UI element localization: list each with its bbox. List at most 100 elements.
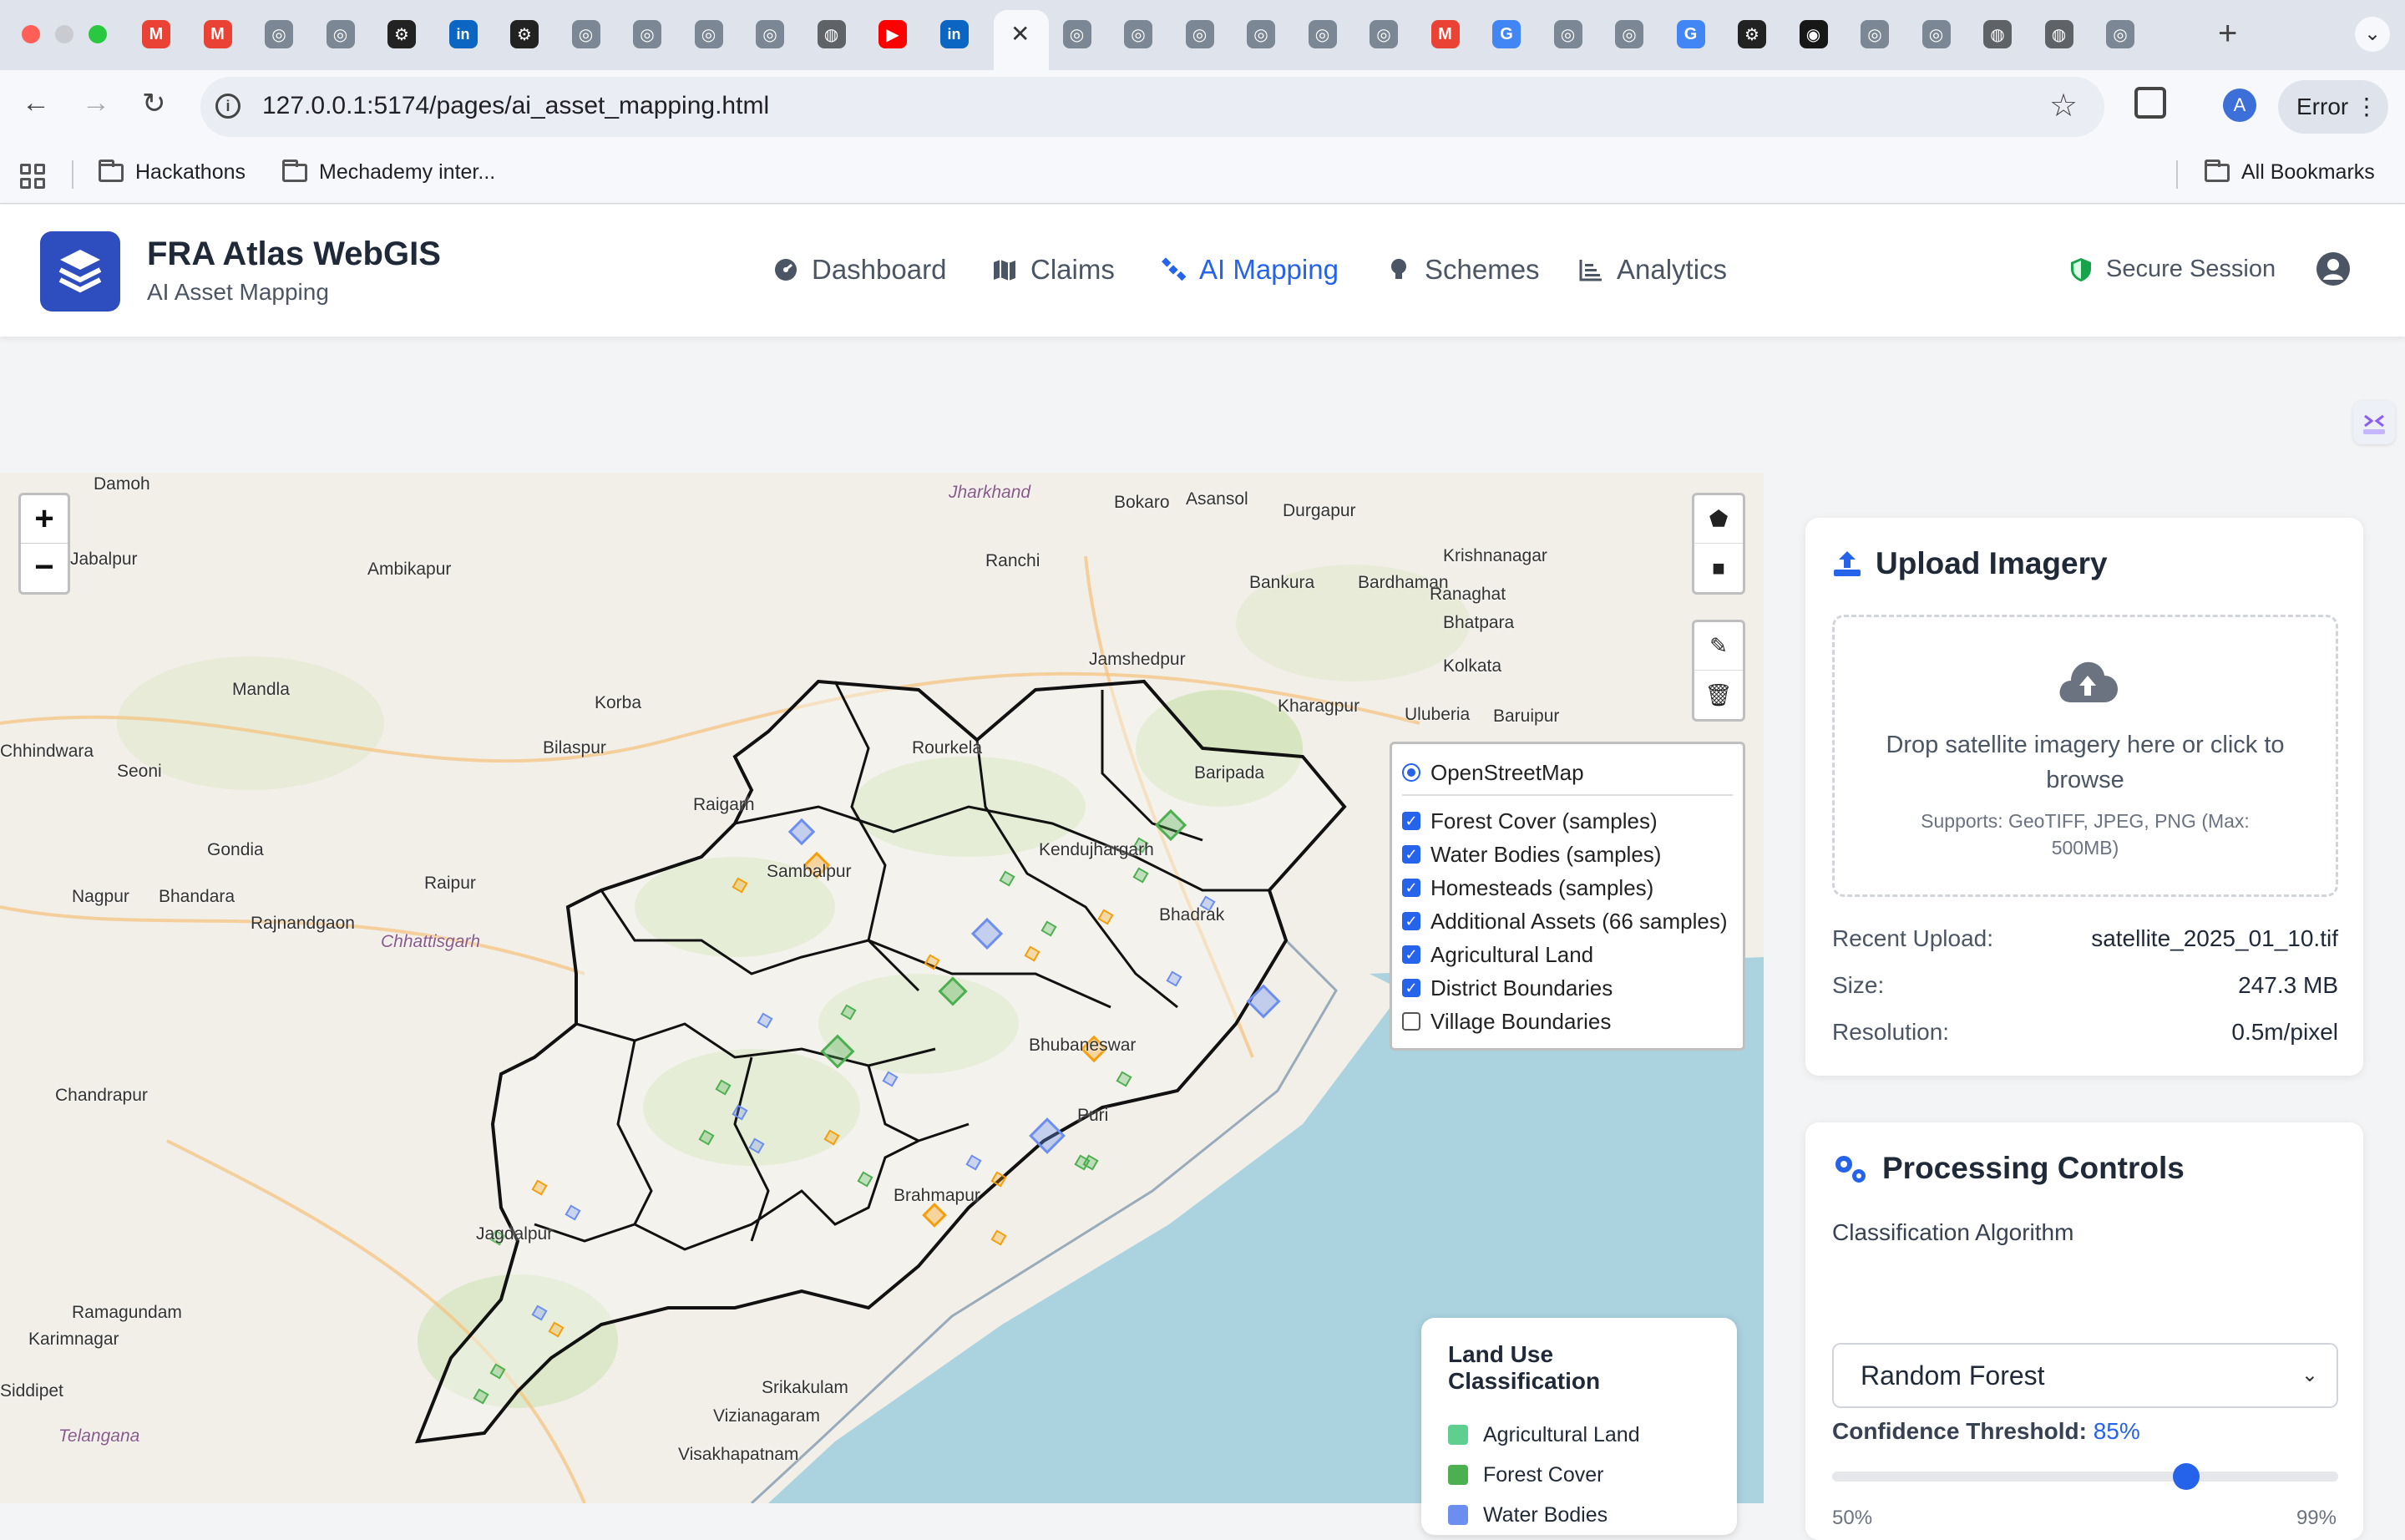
- app-icon[interactable]: ◎: [2106, 20, 2134, 48]
- app-icon[interactable]: ◎: [1370, 20, 1398, 48]
- app-icon[interactable]: ◎: [1861, 20, 1889, 48]
- place-label: Damoh: [94, 474, 150, 494]
- app-icon[interactable]: ◎: [571, 20, 600, 48]
- close-window-button[interactable]: [22, 25, 40, 43]
- bookmark-hackathons[interactable]: Hackathons: [99, 159, 246, 185]
- overlay-option[interactable]: Village Boundaries: [1402, 1005, 1733, 1038]
- place-label: Bhandara: [159, 887, 235, 906]
- sidebar-toggle-button[interactable]: [2353, 401, 2395, 444]
- error-button[interactable]: Error ⋮: [2278, 80, 2388, 134]
- checkbox-checked[interactable]: ✓: [1402, 845, 1420, 864]
- url-text[interactable]: 127.0.0.1:5174/pages/ai_asset_mapping.ht…: [262, 92, 769, 120]
- checkbox-unchecked[interactable]: [1402, 1012, 1420, 1031]
- app-icon[interactable]: ◎: [1553, 20, 1582, 48]
- place-label: Jabalpur: [70, 550, 138, 569]
- checkbox-checked[interactable]: ✓: [1402, 879, 1420, 897]
- app-icon[interactable]: ◎: [694, 20, 723, 48]
- app-icon[interactable]: ◎: [1185, 20, 1214, 48]
- delete-layers-button[interactable]: 🗑: [1694, 671, 1743, 719]
- imagery-dropzone[interactable]: Drop satellite imagery here or click to …: [1832, 615, 2338, 897]
- base-layer-option[interactable]: OpenStreetMap: [1402, 756, 1733, 789]
- nav-analytics[interactable]: Analytics: [1578, 254, 1727, 286]
- minimize-window-button[interactable]: [55, 25, 73, 43]
- forward-button[interactable]: →: [82, 87, 110, 119]
- app-icon[interactable]: ◎: [1247, 20, 1275, 48]
- confidence-slider-thumb[interactable]: [2173, 1463, 2200, 1490]
- bookmark-mechademy[interactable]: Mechademy inter...: [282, 159, 495, 185]
- place-label: Korba: [595, 693, 642, 712]
- extensions-icon[interactable]: [2134, 87, 2166, 119]
- nav-schemes[interactable]: Schemes: [1386, 254, 1540, 286]
- new-tab-button[interactable]: +: [2218, 15, 2237, 53]
- nav-claims[interactable]: Claims: [992, 254, 1115, 286]
- site-info-icon[interactable]: i: [215, 94, 240, 119]
- user-avatar-icon[interactable]: [2316, 252, 2350, 286]
- zoom-in-button[interactable]: +: [21, 495, 68, 544]
- checkbox-checked[interactable]: ✓: [1402, 945, 1420, 964]
- gmail-icon[interactable]: M: [1430, 20, 1460, 48]
- gmail-icon[interactable]: M: [203, 20, 232, 48]
- confidence-value: 85%: [2093, 1418, 2140, 1444]
- overlay-option[interactable]: ✓ Agricultural Land: [1402, 938, 1733, 971]
- layers-icon: [58, 250, 102, 293]
- nav-ai-mapping[interactable]: AI Mapping: [1161, 254, 1339, 286]
- openai-icon[interactable]: ⚙: [1738, 20, 1766, 48]
- app-icon[interactable]: ◎: [326, 20, 355, 48]
- linkedin-icon[interactable]: in: [939, 20, 969, 48]
- recent-upload-value: satellite_2025_01_10.tif: [2091, 925, 2338, 951]
- overlay-option[interactable]: ✓ District Boundaries: [1402, 971, 1733, 1005]
- close-tab-icon[interactable]: ✕: [1010, 20, 1030, 48]
- overlay-option[interactable]: ✓ Water Bodies (samples): [1402, 838, 1733, 871]
- app-icon[interactable]: ◎: [1308, 20, 1337, 48]
- bookmark-star-icon[interactable]: ☆: [2049, 87, 2078, 124]
- confidence-slider-track[interactable]: [1832, 1472, 2338, 1482]
- overlay-option[interactable]: ✓ Forest Cover (samples): [1402, 804, 1733, 838]
- secure-session-label: Secure Session: [2106, 256, 2276, 282]
- app-icon[interactable]: ◎: [1921, 20, 1951, 48]
- linkedin-icon[interactable]: in: [448, 20, 478, 48]
- draw-toolbar: ⬟ ■: [1692, 493, 1745, 595]
- base-layer-radio[interactable]: [1402, 763, 1420, 782]
- app-icon[interactable]: ◎: [633, 20, 661, 48]
- checkbox-checked[interactable]: ✓: [1402, 979, 1420, 997]
- reload-button[interactable]: ↻: [142, 87, 166, 120]
- place-label: Seoni: [117, 762, 162, 781]
- edit-toolbar: ✎ 🗑: [1692, 620, 1745, 722]
- tab-search-button[interactable]: ⌄: [2355, 17, 2390, 52]
- profile-avatar[interactable]: A: [2223, 89, 2256, 122]
- all-bookmarks[interactable]: All Bookmarks: [2205, 159, 2375, 185]
- apps-grid-icon[interactable]: [20, 164, 45, 189]
- github-icon[interactable]: ◉: [1799, 20, 1828, 48]
- draw-rectangle-button[interactable]: ■: [1694, 544, 1743, 592]
- back-button[interactable]: ←: [22, 87, 50, 119]
- google-icon[interactable]: G: [1492, 20, 1521, 48]
- place-label: Bhatpara: [1443, 613, 1515, 632]
- nav-dashboard[interactable]: Dashboard: [773, 254, 946, 286]
- edit-layers-button[interactable]: ✎: [1694, 622, 1743, 671]
- maximize-window-button[interactable]: [89, 25, 107, 43]
- overlay-option[interactable]: ✓ Homesteads (samples): [1402, 871, 1733, 904]
- draw-polygon-button[interactable]: ⬟: [1694, 495, 1743, 544]
- globe-icon[interactable]: ◍: [2044, 20, 2073, 48]
- openai-icon[interactable]: ⚙: [510, 20, 539, 48]
- algorithm-select[interactable]: Random Forest ⌄: [1832, 1343, 2338, 1408]
- app-icon[interactable]: ◎: [1124, 20, 1152, 48]
- checkbox-checked[interactable]: ✓: [1402, 812, 1420, 830]
- place-label: Telangana: [58, 1426, 140, 1446]
- globe-icon[interactable]: ◍: [1983, 20, 2012, 48]
- youtube-icon[interactable]: ▶: [878, 20, 907, 48]
- app-icon[interactable]: ◎: [1062, 20, 1091, 48]
- gmail-icon[interactable]: M: [142, 20, 170, 48]
- google-icon[interactable]: G: [1676, 20, 1705, 48]
- confidence-label: Confidence Threshold:: [1832, 1418, 2087, 1444]
- app-icon[interactable]: ◎: [1615, 20, 1643, 48]
- overlay-option[interactable]: ✓ Additional Assets (66 samples): [1402, 904, 1733, 938]
- checkbox-checked[interactable]: ✓: [1402, 912, 1420, 930]
- openai-icon[interactable]: ⚙: [387, 20, 416, 48]
- app-icon[interactable]: ◎: [265, 20, 293, 48]
- app-logo[interactable]: [40, 231, 120, 312]
- globe-icon[interactable]: ◍: [817, 20, 846, 48]
- app-icon[interactable]: ◎: [756, 20, 784, 48]
- zoom-out-button[interactable]: −: [21, 544, 68, 592]
- place-label: Bhadrak: [1159, 905, 1225, 925]
